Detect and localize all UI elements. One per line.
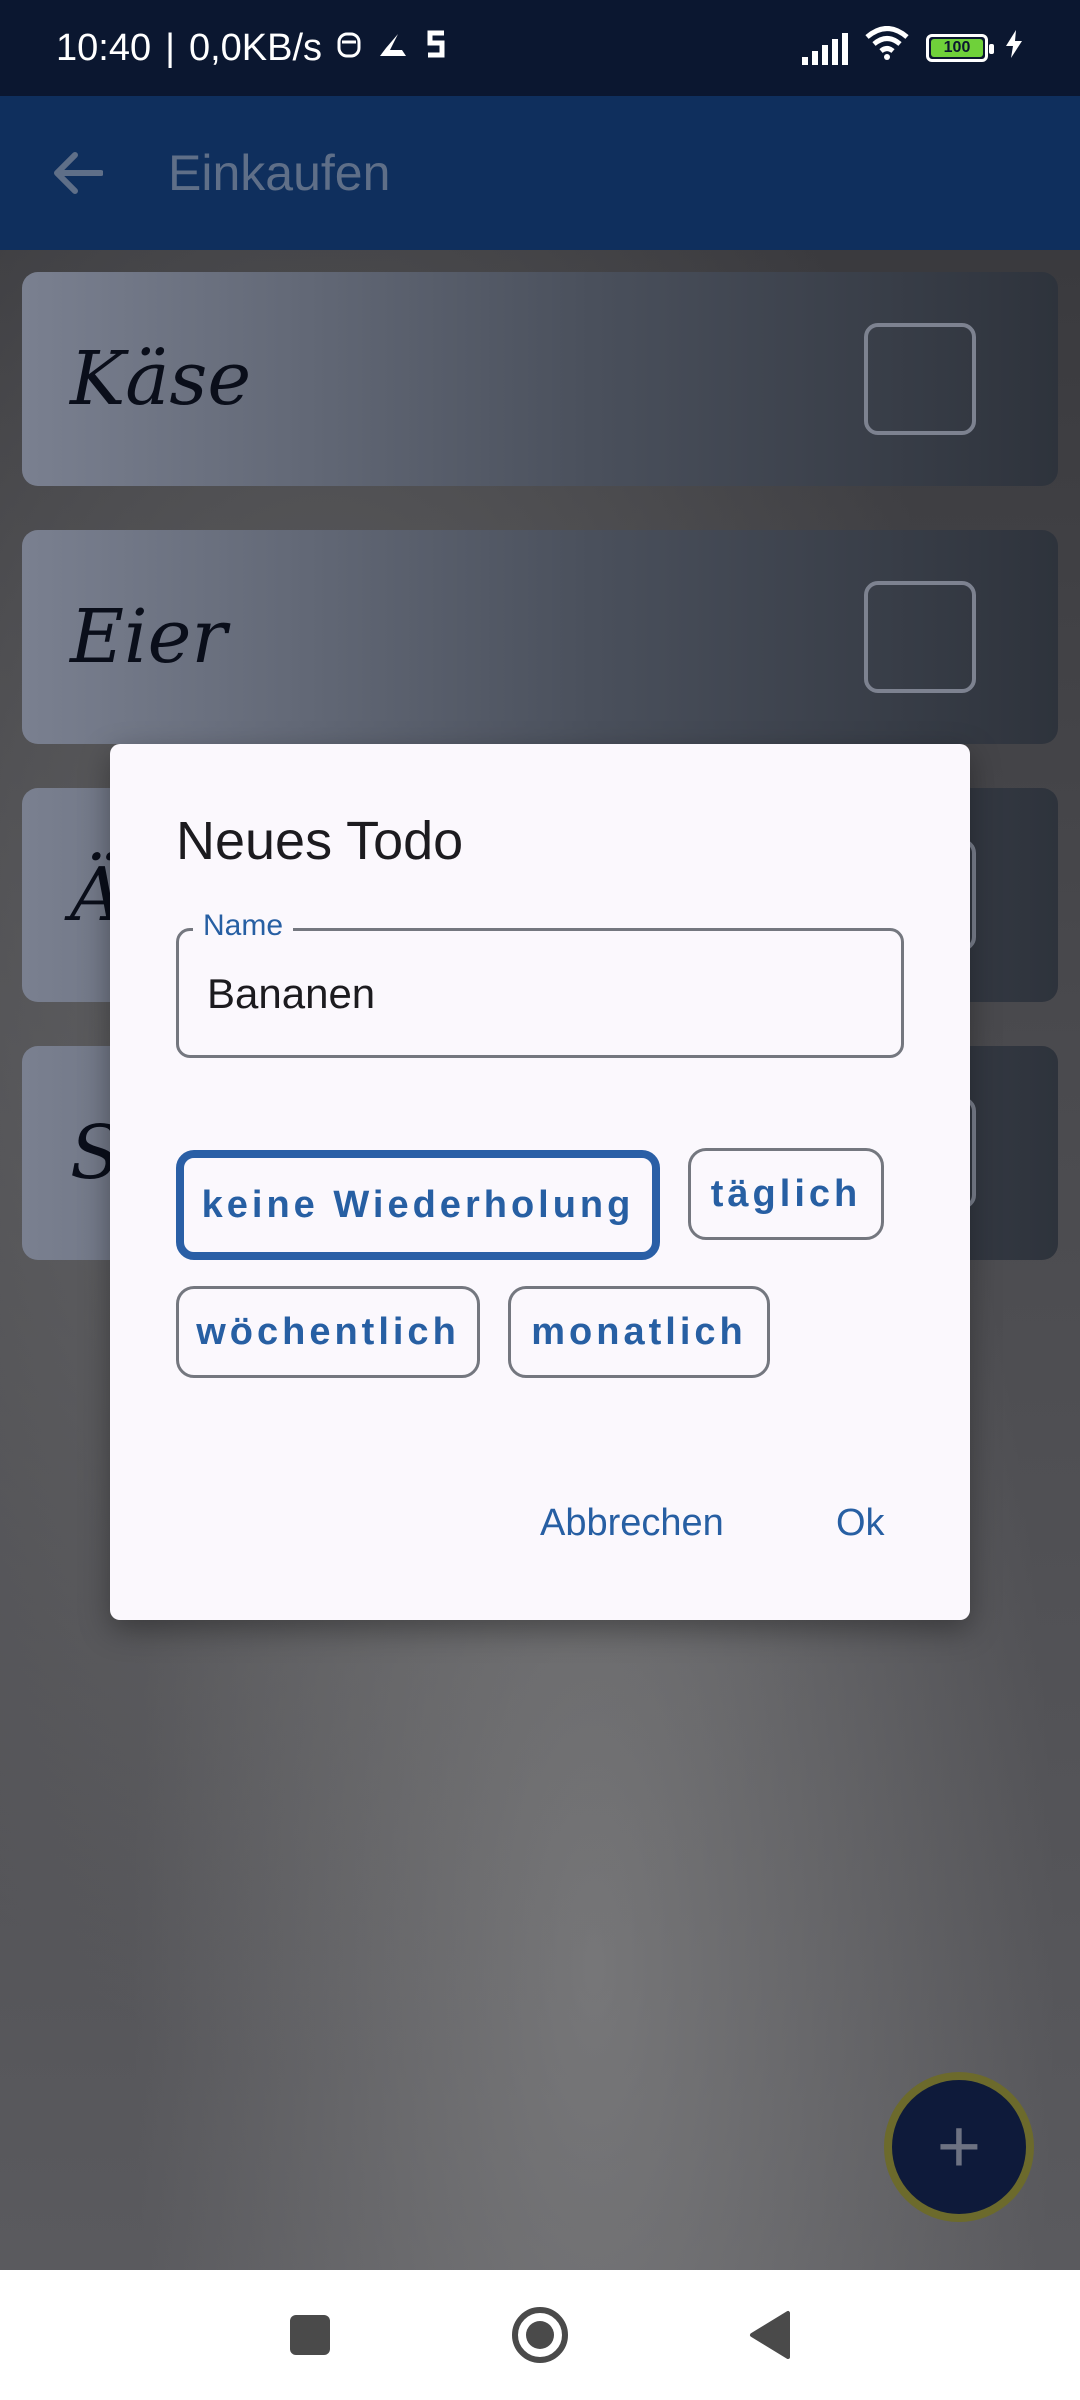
chip-woechentlich[interactable]: wöchentlich [176, 1286, 480, 1378]
home-button[interactable] [500, 2295, 580, 2375]
circle-home-icon [512, 2307, 568, 2363]
chip-label: keine Wiederholung [201, 1183, 635, 1226]
name-input[interactable] [205, 931, 869, 1057]
chip-label: monatlich [531, 1310, 747, 1353]
chip-label: täglich [710, 1172, 862, 1215]
recents-button[interactable] [270, 2295, 350, 2375]
triangle-back-icon [750, 2311, 790, 2359]
cancel-button[interactable]: Abbrechen [540, 1502, 724, 1545]
square-recents-icon [290, 2315, 330, 2355]
new-todo-dialog: Neues Todo Name keine Wiederholung tägli… [110, 744, 970, 1620]
name-field[interactable]: Name [176, 909, 904, 1058]
chip-monatlich[interactable]: monatlich [508, 1286, 770, 1378]
back-nav-button[interactable] [730, 2295, 810, 2375]
chip-taeglich[interactable]: täglich [688, 1148, 884, 1240]
system-nav-bar [0, 2270, 1080, 2400]
dialog-title: Neues Todo [176, 811, 464, 871]
chip-label: wöchentlich [196, 1310, 460, 1353]
chip-keine-wiederholung[interactable]: keine Wiederholung [176, 1150, 660, 1260]
ok-button[interactable]: Ok [836, 1502, 885, 1545]
